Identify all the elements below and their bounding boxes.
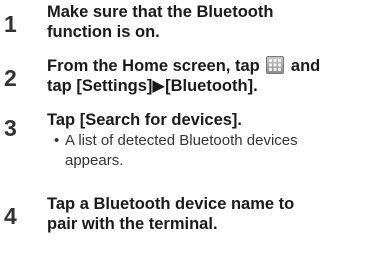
step-number: 4 [4,203,17,229]
step-3: 3 Tap [Search for devices]. • A list of … [0,110,383,176]
step-instruction-line: function is on. [47,23,160,41]
step-instruction: Tap [Search for devices]. [47,110,377,130]
step-number: 2 [4,65,17,91]
step-instruction: Tap a Bluetooth device name to pair with… [47,194,377,234]
step-4: 4 Tap a Bluetooth device name to pair wi… [0,194,383,240]
step-note-line: A list of detected Bluetooth devices [65,132,298,149]
step-instruction: Make sure that the Bluetooth function is… [47,2,377,42]
bullet-marker: • [54,132,60,149]
step-instruction-line: Make sure that the Bluetooth [47,3,274,21]
step-note-line: appears. [65,152,124,169]
step-instruction-line: pair with the terminal. [47,215,218,233]
step-1: 1 Make sure that the Bluetooth function … [0,2,383,48]
step-note: • A list of detected Bluetooth devices a… [54,131,374,173]
step-instruction-line: Tap a Bluetooth device name to [47,195,295,213]
app-launcher-grid-icon [266,56,285,74]
step-instruction-line: tap [Settings]▶[Bluetooth]. [47,77,258,95]
step-number: 1 [4,11,17,37]
step-note-body: A list of detected Bluetooth devices app… [65,131,298,171]
step-number: 3 [4,115,17,141]
step-instruction: From the Home screen, tap and tap [Setti… [47,56,377,96]
instruction-text: From the Home screen, tap [47,57,260,75]
instruction-text: and [290,57,321,75]
step-2: 2 From the Home screen, tap and tap [Set… [0,56,383,102]
step-instruction-line: From the Home screen, tap and [47,56,377,76]
step-instruction-line: Tap [Search for devices]. [47,111,243,129]
